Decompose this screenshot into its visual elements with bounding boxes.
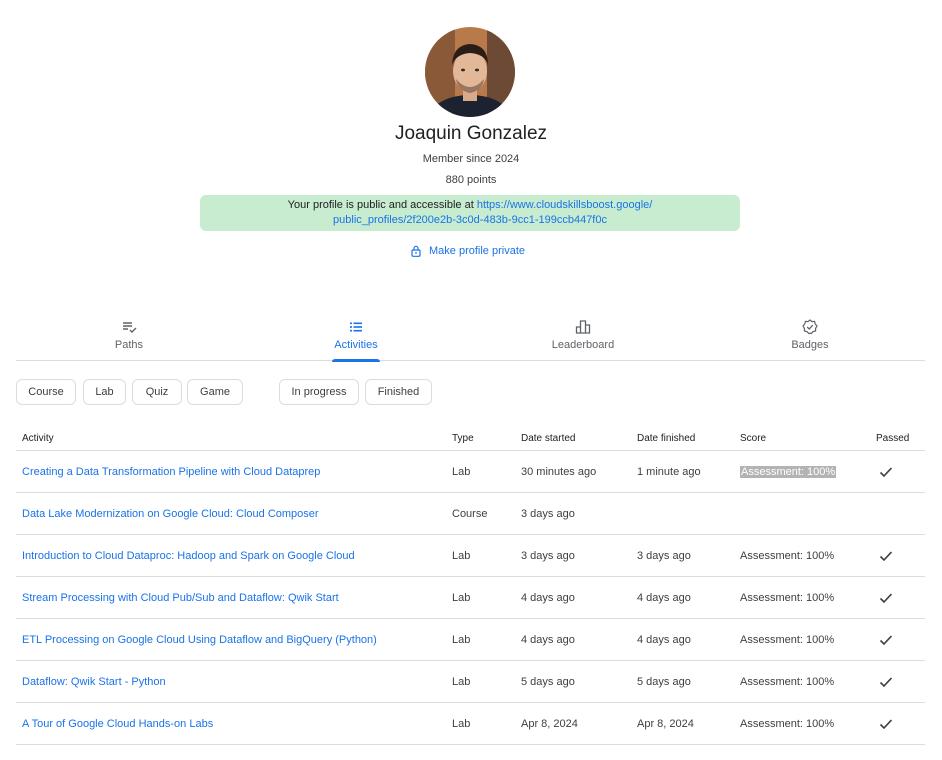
filter-chip-quiz[interactable]: Quiz: [132, 379, 182, 405]
header-score: Score: [740, 432, 767, 444]
date-started: 30 minutes ago: [521, 465, 597, 478]
header-date-finished: Date finished: [637, 432, 696, 444]
score-value: Assessment: 100%: [740, 591, 835, 604]
public-notice-text: Your profile is public and accessible at: [287, 199, 477, 211]
checklist-icon: [123, 322, 137, 333]
score-value: Assessment: 100%: [740, 549, 835, 562]
activity-type: Lab: [452, 717, 471, 730]
tab-activities-label: Activities: [334, 339, 378, 351]
check-icon: [879, 592, 893, 603]
check-icon: [879, 550, 893, 561]
make-profile-private-label: Make profile private: [429, 245, 525, 257]
check-icon: [879, 466, 893, 477]
make-profile-private-button[interactable]: Make profile private: [410, 243, 525, 259]
filter-chip-in-progress[interactable]: In progress: [279, 379, 359, 405]
active-tab-indicator: [332, 359, 380, 362]
table-header: Activity Type Date started Date finished…: [16, 426, 925, 451]
activities-table: Activity Type Date started Date finished…: [16, 426, 925, 745]
tab-leaderboard[interactable]: Leaderboard: [470, 312, 696, 361]
activity-link[interactable]: Creating a Data Transformation Pipeline …: [22, 466, 320, 478]
public-profile-link-cont[interactable]: public_profiles/2f200e2b-3c0d-483b-9cc1-…: [333, 214, 607, 226]
activity-link[interactable]: Dataflow: Qwik Start - Python: [22, 676, 166, 688]
date-finished: Apr 8, 2024: [637, 717, 694, 730]
score-value: Assessment: 100%: [740, 717, 835, 730]
date-finished: 4 days ago: [637, 591, 691, 604]
tab-badges-label: Badges: [791, 339, 829, 351]
filter-chip-course[interactable]: Course: [16, 379, 76, 405]
date-started: 3 days ago: [521, 549, 575, 562]
date-finished: 4 days ago: [637, 633, 691, 646]
check-icon: [879, 634, 893, 645]
table-row: Introduction to Cloud Dataproc: Hadoop a…: [16, 535, 925, 577]
date-finished: 3 days ago: [637, 549, 691, 562]
check-icon: [879, 718, 893, 729]
score-value: Assessment: 100%: [740, 675, 835, 688]
table-row: ETL Processing on Google Cloud Using Dat…: [16, 619, 925, 661]
date-started: 3 days ago: [521, 507, 575, 520]
date-started: 5 days ago: [521, 675, 575, 688]
tab-activities[interactable]: Activities: [243, 312, 469, 362]
activity-link[interactable]: ETL Processing on Google Cloud Using Dat…: [22, 634, 377, 646]
tab-badges[interactable]: Badges: [697, 312, 923, 361]
date-started: 4 days ago: [521, 633, 575, 646]
activity-type: Lab: [452, 633, 471, 646]
public-profile-banner: Your profile is public and accessible at…: [200, 195, 740, 231]
table-row: Data Lake Modernization on Google Cloud:…: [16, 493, 925, 535]
table-row: Dataflow: Qwik Start - Python Lab 5 days…: [16, 661, 925, 703]
activity-link[interactable]: Stream Processing with Cloud Pub/Sub and…: [22, 592, 339, 604]
lock-icon: [411, 245, 421, 257]
activity-link[interactable]: Data Lake Modernization on Google Cloud:…: [22, 508, 319, 520]
leaderboard-icon: [575, 320, 591, 334]
filter-chip-game[interactable]: Game: [187, 379, 243, 405]
profile-name: Joaquin Gonzalez: [394, 123, 548, 144]
header-activity: Activity: [22, 432, 54, 444]
date-started: 4 days ago: [521, 591, 575, 604]
table-row: A Tour of Google Cloud Hands-on Labs Lab…: [16, 703, 925, 745]
tab-paths-label: Paths: [114, 339, 144, 351]
filter-chip-finished[interactable]: Finished: [365, 379, 432, 405]
header-passed: Passed: [876, 432, 910, 444]
check-icon: [879, 676, 893, 687]
date-finished: 5 days ago: [637, 675, 691, 688]
tab-leaderboard-label: Leaderboard: [551, 339, 615, 351]
filter-chip-lab[interactable]: Lab: [83, 379, 126, 405]
member-since: Member since 2024: [422, 153, 520, 165]
verified-badge-icon: [802, 319, 818, 335]
list-icon: [350, 322, 362, 332]
score-value: Assessment: 100%: [740, 633, 835, 646]
header-date-started: Date started: [521, 432, 576, 444]
header-type: Type: [452, 432, 474, 444]
activity-link[interactable]: A Tour of Google Cloud Hands-on Labs: [22, 718, 213, 730]
activity-type: Lab: [452, 549, 471, 562]
score-value: Assessment: 100%: [740, 465, 837, 478]
activity-type: Course: [452, 507, 488, 520]
public-profile-link[interactable]: https://www.cloudskillsboost.google/: [477, 199, 652, 211]
tab-paths[interactable]: Paths: [16, 312, 242, 361]
date-started: Apr 8, 2024: [521, 717, 578, 730]
activity-type: Lab: [452, 465, 471, 478]
profile-tabs: Paths Activities Leaderboard Badges: [16, 312, 925, 362]
activity-link[interactable]: Introduction to Cloud Dataproc: Hadoop a…: [22, 550, 355, 562]
table-row: Stream Processing with Cloud Pub/Sub and…: [16, 577, 925, 619]
avatar: [425, 27, 515, 117]
activity-type: Lab: [452, 675, 471, 688]
activity-type: Lab: [452, 591, 471, 604]
points-count: 880 points: [445, 174, 497, 186]
table-row: Creating a Data Transformation Pipeline …: [16, 451, 925, 493]
date-finished: 1 minute ago: [637, 465, 701, 478]
